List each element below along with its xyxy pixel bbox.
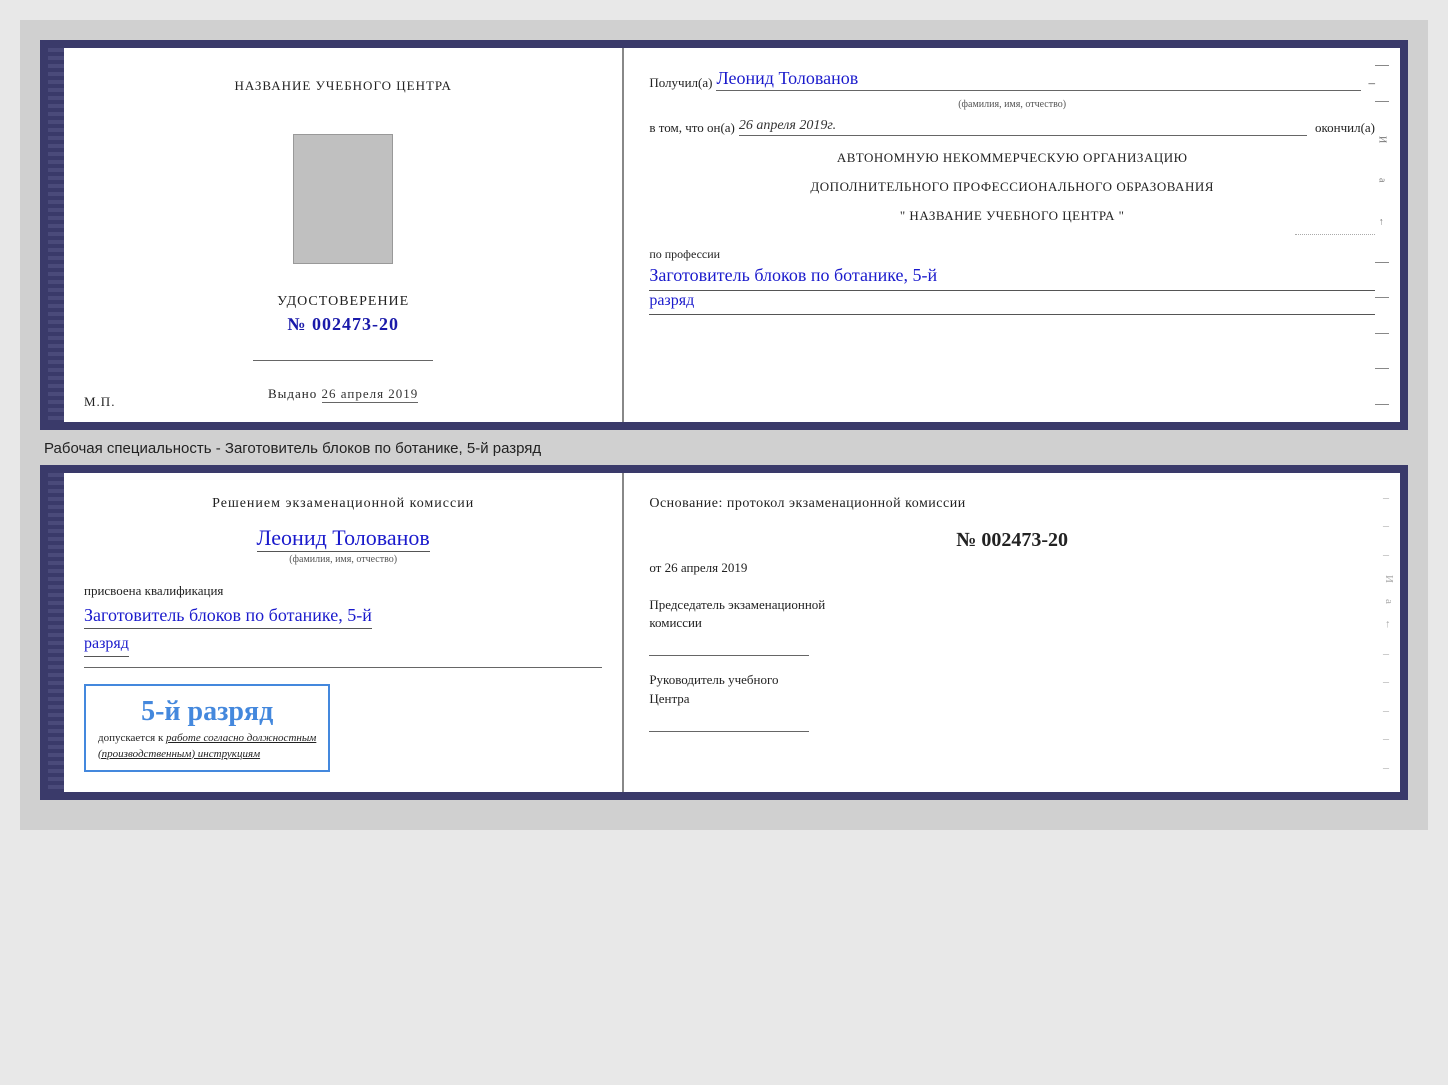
date-from-row: от 26 апреля 2019: [649, 560, 1375, 576]
org-line2: ДОПОЛНИТЕЛЬНОГО ПРОФЕССИОНАЛЬНОГО ОБРАЗО…: [649, 177, 1375, 198]
top-document: НАЗВАНИЕ УЧЕБНОГО ЦЕНТРА УДОСТОВЕРЕНИЕ №…: [40, 40, 1408, 430]
assigned-label: присвоена квалификация: [84, 583, 223, 599]
inthat-row: в том, что он(а) 26 апреля 2019г. окончи…: [649, 118, 1375, 136]
chairman-sign-line: [649, 636, 809, 656]
date-from-value: 26 апреля 2019: [665, 560, 748, 575]
head-block: Руководитель учебного Центра: [649, 671, 1375, 731]
chairman-label: Председатель экзаменационной комиссии: [649, 596, 1375, 632]
subtitle: Рабочая специальность - Заготовитель бло…: [44, 440, 1404, 457]
doc-spine-bottom: [48, 473, 64, 792]
mp-label: М.П.: [84, 394, 115, 410]
qual-line2: разряд: [84, 633, 129, 656]
chairman-block: Председатель экзаменационной комиссии: [649, 596, 1375, 656]
photo-placeholder: [293, 134, 393, 264]
bottom-document: Решением экзаменационной комиссии Леонид…: [40, 465, 1408, 800]
issued-label: Выдано: [268, 386, 317, 401]
right-deco-bottom: – – – И а ← – – – – –: [1383, 473, 1395, 792]
org-line3: " НАЗВАНИЕ УЧЕБНОГО ЦЕНТРА ": [649, 206, 1375, 227]
issued-date: 26 апреля 2019: [322, 386, 419, 403]
page-container: НАЗВАНИЕ УЧЕБНОГО ЦЕНТРА УДОСТОВЕРЕНИЕ №…: [20, 20, 1428, 830]
name-sub-top: (фамилия, имя, отчество): [649, 99, 1375, 110]
top-doc-left: НАЗВАНИЕ УЧЕБНОГО ЦЕНТРА УДОСТОВЕРЕНИЕ №…: [64, 48, 624, 422]
stamp-rank: 5-й разряд: [98, 696, 316, 728]
basis-label: Основание: протокол экзаменационной коми…: [649, 493, 1375, 514]
cert-number: № 002473-20: [287, 314, 399, 335]
stamp-italic2: (производственным) инструкциям: [98, 748, 316, 760]
date-finished: 26 апреля 2019г.: [739, 118, 1307, 136]
right-deco-top: И а ←: [1372, 48, 1392, 422]
decision-label: Решением экзаменационной комиссии: [84, 493, 602, 514]
stamp-box: 5-й разряд допускается к работе согласно…: [84, 684, 330, 772]
bottom-doc-left: Решением экзаменационной комиссии Леонид…: [64, 473, 624, 792]
doc-spine-top: [48, 48, 64, 422]
rank-value: разряд: [649, 291, 1375, 315]
issued-line: Выдано 26 апреля 2019: [268, 386, 418, 402]
received-row: Получил(а) Леонид Толованов –: [649, 68, 1375, 91]
date-from-label: от: [649, 560, 661, 575]
bottom-doc-right: Основание: протокол экзаменационной коми…: [624, 473, 1400, 792]
org-line1: АВТОНОМНУЮ НЕКОММЕРЧЕСКУЮ ОРГАНИЗАЦИЮ: [649, 148, 1375, 169]
profession-value: Заготовитель блоков по ботанике, 5-й: [649, 264, 1375, 290]
profession-label: по профессии: [649, 247, 1375, 262]
name-sub-bottom: (фамилия, имя, отчество): [84, 554, 602, 565]
top-doc-right: Получил(а) Леонид Толованов – (фамилия, …: [624, 48, 1400, 422]
head-sign-line: [649, 712, 809, 732]
person-name-bottom: Леонид Толованов: [257, 525, 430, 552]
qual-line1: Заготовитель блоков по ботанике, 5-й: [84, 603, 372, 629]
inthat-label: в том, что он(а): [649, 120, 735, 136]
received-label: Получил(а): [649, 75, 712, 91]
cert-label: УДОСТОВЕРЕНИЕ: [277, 294, 409, 310]
center-title-top: НАЗВАНИЕ УЧЕБНОГО ЦЕНТРА: [234, 78, 451, 94]
finished-label: окончил(а): [1315, 120, 1375, 136]
protocol-num: № 002473-20: [649, 529, 1375, 552]
stamp-admit: допускается к работе согласно должностны…: [98, 732, 316, 744]
stamp-italic: работе согласно должностным: [166, 732, 316, 744]
head-label: Руководитель учебного Центра: [649, 671, 1375, 707]
person-name-top: Леонид Толованов: [716, 68, 1360, 91]
